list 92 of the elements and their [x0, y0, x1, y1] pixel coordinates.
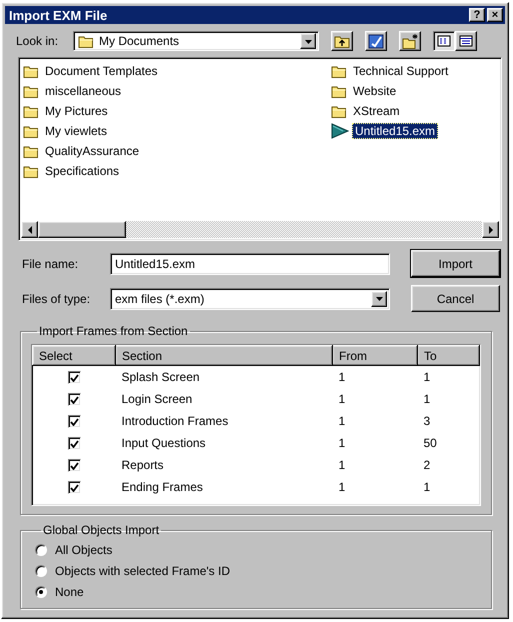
window-title: Import EXM File [9, 8, 108, 22]
table-cell-text: Login Screen [120, 391, 194, 408]
table-cell-text: 1 [338, 413, 346, 430]
radio-button[interactable] [35, 544, 47, 556]
new-folder-icon [402, 34, 418, 48]
table-cell-text: 1 [338, 479, 346, 496]
folder-icon [23, 104, 39, 118]
column-header[interactable]: Section [116, 346, 332, 366]
checkmark-icon [70, 396, 78, 404]
table-cell-text: 1 [422, 479, 432, 496]
table-cell-text: 1 [422, 391, 432, 408]
file-item[interactable]: Untitled15.exm [352, 123, 438, 139]
left-arrow-icon [26, 224, 34, 234]
checkmark-icon [70, 462, 78, 470]
group-title: Global Objects Import [42, 523, 160, 537]
checkbox[interactable] [68, 481, 80, 494]
file-name-label: File name: [22, 256, 80, 270]
dropdown-button[interactable] [300, 33, 316, 49]
table-cell-text: 1 [338, 457, 346, 474]
file-name-field[interactable]: Untitled15.exm [110, 252, 390, 274]
checkbox[interactable] [68, 459, 80, 472]
checkbox[interactable] [68, 371, 80, 384]
radio-label[interactable]: All Objects [55, 542, 112, 556]
folder-icon [78, 34, 94, 48]
table-cell: 1 [418, 366, 480, 388]
radio-button[interactable] [35, 564, 47, 576]
file-type-dropdown[interactable]: exm files (*.exm) [110, 288, 390, 310]
horizontal-scrollbar[interactable] [21, 221, 499, 238]
checkbox[interactable] [68, 415, 80, 428]
details-view-icon [459, 34, 473, 48]
file-item[interactable]: Specifications [42, 163, 122, 179]
file-item[interactable]: Document Templates [42, 63, 160, 79]
folder-icon [331, 64, 347, 78]
list-view-icon [437, 34, 451, 48]
help-button[interactable]: ? [469, 8, 485, 22]
column-header[interactable]: From [332, 346, 418, 366]
look-in-dropdown[interactable]: My Documents [73, 31, 319, 51]
right-arrow-icon [486, 224, 494, 234]
table-cell-text: 3 [422, 413, 432, 430]
group-title: Import Frames from Section [38, 324, 189, 338]
folder-icon [23, 124, 39, 138]
file-item[interactable]: Website [350, 83, 400, 99]
table-cell-text: 50 [422, 435, 438, 452]
list-view-button[interactable] [433, 31, 455, 51]
file-type-label: Files of type: [22, 292, 92, 306]
table-cell-text: 2 [422, 457, 432, 474]
radio-button[interactable] [35, 586, 47, 598]
checkbox[interactable] [68, 437, 80, 450]
checkmark-icon [70, 440, 78, 448]
up-folder-button[interactable] [331, 31, 353, 51]
table-cell-text: Introduction Frames [120, 413, 230, 430]
play-file-icon [331, 123, 349, 139]
dropdown-button[interactable] [371, 290, 387, 306]
checkbox[interactable] [68, 393, 80, 406]
radio-label[interactable]: None [55, 584, 84, 598]
table-cell-text: 1 [338, 391, 346, 408]
folder-icon [23, 84, 39, 98]
table-cell: 1 [332, 366, 418, 388]
radio-label[interactable]: Objects with selected Frame's ID [55, 564, 230, 578]
file-item[interactable]: miscellaneous [42, 83, 124, 99]
folder-icon [331, 104, 347, 118]
file-item[interactable]: XStream [350, 103, 403, 119]
folder-icon [23, 164, 39, 178]
close-button[interactable]: × [487, 8, 503, 22]
table-cell: Splash Screen [116, 366, 332, 388]
file-item[interactable]: Technical Support [350, 63, 452, 79]
folder-icon [23, 64, 39, 78]
look-in-label: Look in: [16, 34, 60, 48]
checkmark-icon [70, 484, 78, 492]
scroll-thumb[interactable] [38, 221, 126, 238]
import-button[interactable]: Import [411, 250, 500, 277]
file-item[interactable]: My viewlets [42, 123, 110, 139]
folder-up-icon [334, 34, 350, 48]
desktop-button[interactable] [365, 31, 387, 51]
file-item[interactable]: QualityAssurance [42, 143, 142, 159]
checkmark-icon [70, 374, 78, 382]
table-cell-text: 1 [338, 435, 346, 452]
details-view-button[interactable] [455, 31, 477, 51]
file-item[interactable]: My Pictures [42, 103, 111, 119]
cancel-button[interactable]: Cancel [411, 285, 500, 312]
folder-icon [23, 144, 39, 158]
column-header[interactable]: Select [32, 346, 116, 366]
column-header[interactable]: To [418, 346, 480, 366]
table-cell-text: Ending Frames [120, 479, 204, 496]
scroll-left-button[interactable] [21, 221, 38, 238]
checkmark-icon [70, 418, 78, 426]
table-cell-text: Input Questions [120, 435, 207, 452]
pencil-icon [368, 34, 384, 48]
scroll-right-button[interactable] [482, 221, 499, 238]
new-folder-button[interactable] [399, 31, 421, 51]
table-cell-text: Reports [120, 457, 165, 474]
folder-icon [331, 84, 347, 98]
